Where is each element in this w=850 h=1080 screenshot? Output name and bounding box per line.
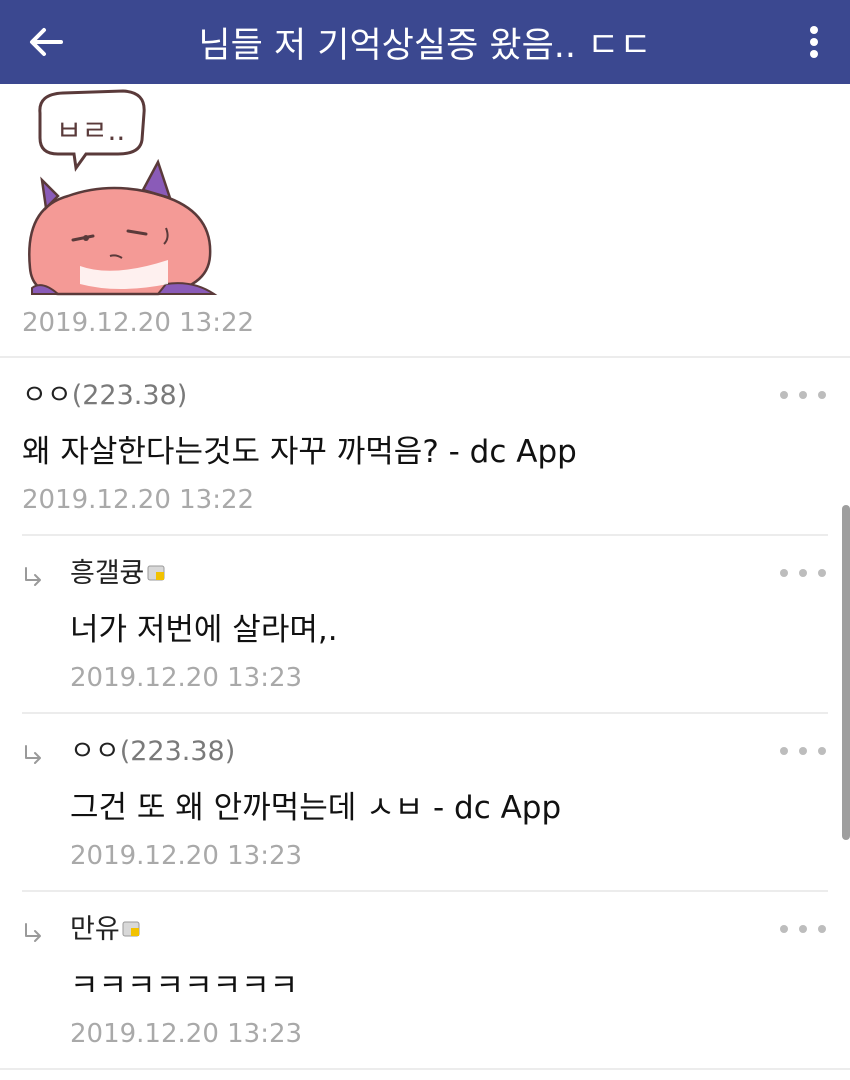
comment-text: ㅋㅋㅋㅋㅋㅋㅋㅋ: [70, 968, 299, 1004]
comment-more-button[interactable]: [780, 558, 826, 588]
more-dot-icon: [818, 925, 826, 933]
more-dot-icon: [780, 925, 788, 933]
member-badge-icon: [147, 565, 165, 580]
more-dot-icon: [799, 747, 807, 755]
more-dot-icon: [818, 747, 826, 755]
more-dot-icon: [780, 747, 788, 755]
author-nickname: 만유: [70, 914, 120, 945]
comment-date: 2019.12.20 13:23: [70, 841, 303, 871]
more-dot-icon: [799, 569, 807, 577]
author-nickname: ㅇㅇ: [70, 736, 120, 767]
reply-item: 흥갤큥 너가 저번에 살라며,. 2019.12.20 13:23: [0, 536, 850, 712]
comment-more-button[interactable]: [780, 736, 826, 766]
more-dot-icon: [799, 391, 807, 399]
reply-item: ㅇㅇ(223.38) 그건 또 왜 안까먹는데 ㅅㅂ - dc App 2019…: [0, 714, 850, 890]
more-dot-icon: [799, 925, 807, 933]
reply-arrow-icon: [25, 567, 41, 586]
page-title: 님들 저 기억상실증 왔음.. ㄷㄷ: [198, 25, 652, 66]
scrollbar[interactable]: [842, 505, 850, 840]
member-badge-icon: [122, 921, 140, 936]
author-ip: (223.38): [119, 736, 236, 767]
post-date: 2019.12.20 13:22: [22, 308, 255, 338]
author-nickname: 흥갤큥: [70, 558, 145, 589]
arrow-left-icon: [30, 28, 63, 56]
more-dot-icon: [780, 569, 788, 577]
comment-author: ㅇㅇ(223.38): [22, 378, 187, 414]
reply-arrow-icon: [25, 923, 41, 942]
reply-item: 만유 ㅋㅋㅋㅋㅋㅋㅋㅋ 2019.12.20 13:23: [0, 892, 850, 1068]
top-app-bar: 님들 저 기억상실증 왔음.. ㄷㄷ: [0, 0, 850, 84]
comment-text: 왜 자살한다는것도 자꾸 까먹음? - dc App: [22, 434, 577, 470]
comment-author: ㅇㅇ(223.38): [70, 734, 235, 770]
comment-text: 너가 저번에 살라며,.: [70, 612, 338, 648]
divider: [0, 1068, 850, 1070]
more-dot-icon: [818, 569, 826, 577]
post-page: 님들 저 기억상실증 왔음.. ㄷㄷ ㅂㄹ.. 2019.12.20 13:22…: [0, 0, 850, 1080]
more-dot-icon: [780, 391, 788, 399]
back-button[interactable]: [16, 12, 76, 72]
comment-text: 그건 또 왜 안까먹는데 ㅅㅂ - dc App: [70, 790, 562, 826]
sticker-image: ㅂㄹ..: [18, 88, 238, 300]
sticker-text: ㅂㄹ..: [56, 114, 125, 147]
more-vertical-icon: [810, 26, 818, 58]
more-dot-icon: [818, 391, 826, 399]
comment-date: 2019.12.20 13:23: [70, 1019, 303, 1049]
comment-item: ㅇㅇ(223.38) 왜 자살한다는것도 자꾸 까먹음? - dc App 20…: [0, 358, 850, 534]
more-menu-button[interactable]: [792, 12, 836, 72]
comment-author: 흥갤큥: [70, 556, 165, 592]
comment-more-button[interactable]: [780, 914, 826, 944]
author-nickname: ㅇㅇ: [22, 380, 72, 411]
reply-arrow-icon: [25, 745, 41, 764]
comment-more-button[interactable]: [780, 380, 826, 410]
comment-author: 만유: [70, 912, 140, 948]
comment-date: 2019.12.20 13:22: [22, 485, 255, 515]
comment-date: 2019.12.20 13:23: [70, 663, 303, 693]
author-ip: (223.38): [71, 380, 188, 411]
